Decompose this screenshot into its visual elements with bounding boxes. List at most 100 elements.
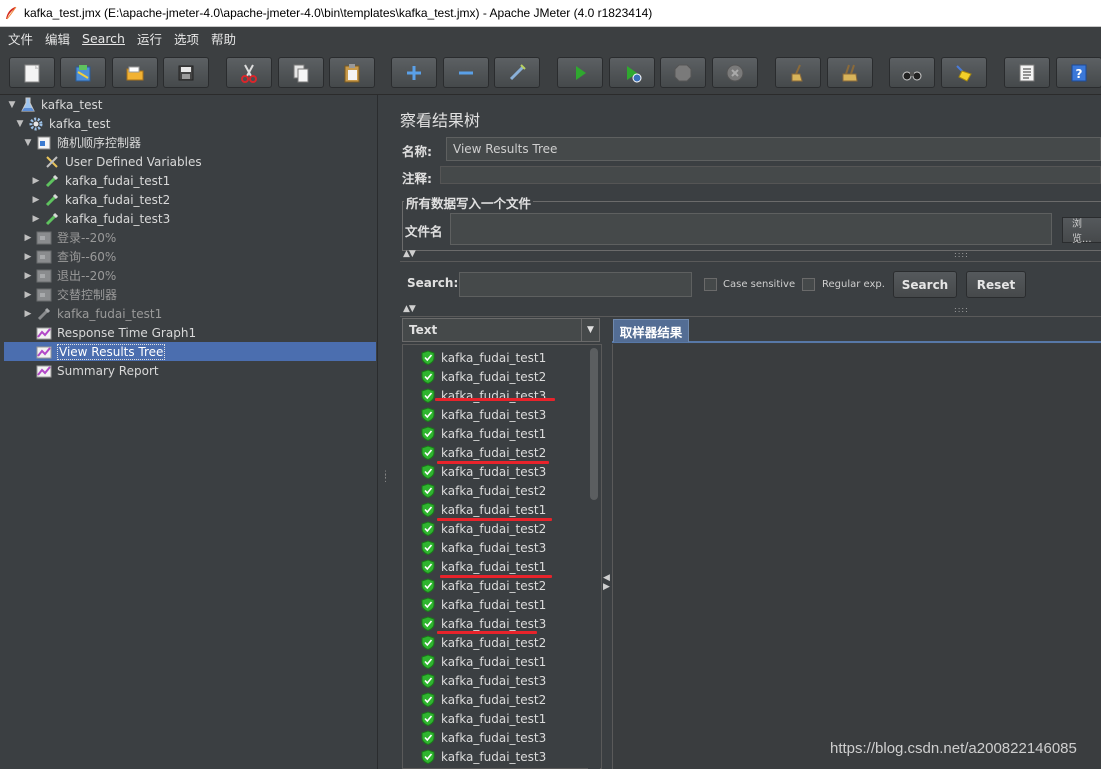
tree-node-sampler-test2[interactable]: ▶ kafka_fudai_test2 [30, 190, 171, 209]
tree-node-thread-group[interactable]: ▼ kafka_test [14, 114, 111, 133]
start-no-pause-button[interactable] [609, 57, 655, 88]
collapse-arrow-icon[interactable]: ▶ [22, 233, 34, 243]
function-helper-button[interactable] [1004, 57, 1050, 88]
result-row[interactable]: kafka_fudai_test2 [421, 481, 546, 500]
collapse-arrow-icon[interactable]: ▶ [30, 176, 42, 186]
result-row[interactable]: kafka_fudai_test2 [421, 519, 546, 538]
collapse-arrow-icon[interactable]: ▶ [30, 214, 42, 224]
filename-input[interactable] [450, 213, 1052, 245]
toggle-button[interactable] [494, 57, 540, 88]
collapse-section-arrows-icon[interactable]: ▲▼ [403, 249, 416, 259]
tree-node-summary-report[interactable]: Summary Report [36, 361, 159, 380]
success-shield-icon [421, 616, 435, 631]
collapse-arrow-icon[interactable]: ▶ [30, 195, 42, 205]
scrollbar-thumb[interactable] [590, 348, 598, 500]
result-row[interactable]: kafka_fudai_test3 [421, 538, 546, 557]
collapse-section-arrows-icon[interactable]: ▲▼ [403, 304, 416, 314]
result-row[interactable]: kafka_fudai_test1 [421, 652, 546, 671]
tab-sampler-result[interactable]: 取样器结果 [613, 319, 689, 342]
expand-arrow-icon[interactable]: ▼ [14, 119, 26, 129]
open-button[interactable] [112, 57, 158, 88]
collapse-arrow-icon[interactable]: ▶ [22, 252, 34, 262]
result-row[interactable]: kafka_fudai_test1 [421, 595, 546, 614]
shutdown-button[interactable] [712, 57, 758, 88]
result-row[interactable]: kafka_fudai_test1 [421, 500, 546, 519]
result-row[interactable]: kafka_fudai_test1 [421, 557, 546, 576]
comment-input[interactable] [440, 166, 1101, 184]
play-icon [576, 65, 586, 80]
templates-button[interactable] [60, 57, 106, 88]
clear-button[interactable] [775, 57, 821, 88]
cut-button[interactable] [226, 57, 272, 88]
result-row[interactable]: kafka_fudai_test2 [421, 690, 546, 709]
search-button-results[interactable]: Search [893, 271, 957, 298]
result-row[interactable]: kafka_fudai_test1 [421, 424, 546, 443]
stop-button[interactable] [660, 57, 706, 88]
tree-node-disabled-sampler-test1[interactable]: ▶ kafka_fudai_test1 [22, 304, 163, 323]
result-row[interactable]: kafka_fudai_test1 [421, 709, 546, 728]
collapse-arrow-icon[interactable]: ▶ [22, 309, 34, 319]
result-label: kafka_fudai_test3 [441, 730, 547, 745]
tree-node-interleave-controller[interactable]: ▶ 交替控制器 [22, 285, 117, 304]
start-button[interactable] [557, 57, 603, 88]
result-row[interactable]: kafka_fudai_test2 [421, 443, 546, 462]
result-row[interactable]: kafka_fudai_test3 [421, 747, 546, 766]
result-row[interactable]: kafka_fudai_test1 [421, 348, 546, 367]
search-input[interactable] [459, 272, 692, 297]
tree-node-login-controller[interactable]: ▶ 登录--20% [22, 228, 116, 247]
clear-all-button[interactable] [827, 57, 873, 88]
results-scrollbar[interactable] [588, 346, 600, 769]
result-row[interactable]: kafka_fudai_test3 [421, 671, 546, 690]
save-button[interactable] [163, 57, 209, 88]
main-splitter[interactable]: ⋮ ⋮ [378, 95, 390, 769]
result-row[interactable]: kafka_fudai_test2 [421, 367, 546, 386]
results-splitter[interactable]: ◀ ▶ [602, 318, 610, 769]
reset-search-button[interactable] [941, 57, 987, 88]
result-row[interactable]: kafka_fudai_test3 [421, 728, 546, 747]
tree-node-sampler-test3[interactable]: ▶ kafka_fudai_test3 [30, 209, 171, 228]
tree-node-user-defined-variables[interactable]: User Defined Variables [44, 152, 202, 171]
reset-button[interactable]: Reset [966, 271, 1026, 298]
tree-node-random-order-controller[interactable]: ▼ 随机顺序控制器 [22, 133, 141, 152]
result-row[interactable]: kafka_fudai_test3 [421, 405, 546, 424]
result-label: kafka_fudai_test3 [441, 540, 547, 555]
help-button[interactable]: ? [1056, 57, 1101, 88]
paste-button[interactable] [329, 57, 375, 88]
name-input[interactable]: View Results Tree [446, 137, 1101, 161]
expand-arrow-icon[interactable]: ▼ [22, 138, 34, 148]
tree-node-logout-controller[interactable]: ▶ 退出--20% [22, 266, 116, 285]
expand-arrow-icon[interactable]: ▼ [6, 100, 18, 110]
renderer-select[interactable]: Text ▼ [402, 318, 600, 342]
menu-file[interactable]: 文件 [8, 29, 33, 48]
divider-grip-icon[interactable]: :::: [954, 305, 969, 314]
collapse-arrow-icon[interactable]: ▶ [22, 290, 34, 300]
collapse-arrow-icon[interactable]: ▶ [22, 271, 34, 281]
divider-grip-icon[interactable]: :::: [954, 250, 969, 259]
result-row[interactable]: kafka_fudai_test3 [421, 386, 546, 405]
search-label: Search: [407, 276, 459, 290]
menu-edit[interactable]: 编辑 [45, 29, 70, 48]
result-row[interactable]: kafka_fudai_test2 [421, 576, 546, 595]
tree-node-label: 交替控制器 [57, 288, 118, 302]
menu-options[interactable]: 选项 [174, 29, 199, 48]
collapse-button[interactable] [443, 57, 489, 88]
browse-button[interactable]: 浏览... [1062, 217, 1101, 245]
regex-checkbox[interactable] [802, 278, 815, 291]
result-row[interactable]: kafka_fudai_test3 [421, 462, 546, 481]
new-button[interactable] [9, 57, 55, 88]
tree-node-view-results-tree[interactable]: View Results Tree [4, 342, 376, 361]
menu-help[interactable]: 帮助 [211, 29, 236, 48]
tree-node-response-time-graph[interactable]: Response Time Graph1 [36, 323, 196, 342]
tree-node-test-plan[interactable]: ▼ kafka_test [6, 95, 102, 114]
tree-node-query-controller[interactable]: ▶ 查询--60% [22, 247, 116, 266]
copy-button[interactable] [278, 57, 324, 88]
expand-button[interactable] [391, 57, 437, 88]
menu-run[interactable]: 运行 [137, 29, 162, 48]
dropdown-arrow-icon[interactable]: ▼ [581, 319, 599, 341]
case-sensitive-checkbox[interactable] [704, 278, 717, 291]
search-button[interactable] [889, 57, 935, 88]
success-shield-icon [421, 711, 435, 726]
result-row[interactable]: kafka_fudai_test2 [421, 633, 546, 652]
tree-node-sampler-test1[interactable]: ▶ kafka_fudai_test1 [30, 171, 171, 190]
menu-search[interactable]: Search [82, 31, 125, 46]
